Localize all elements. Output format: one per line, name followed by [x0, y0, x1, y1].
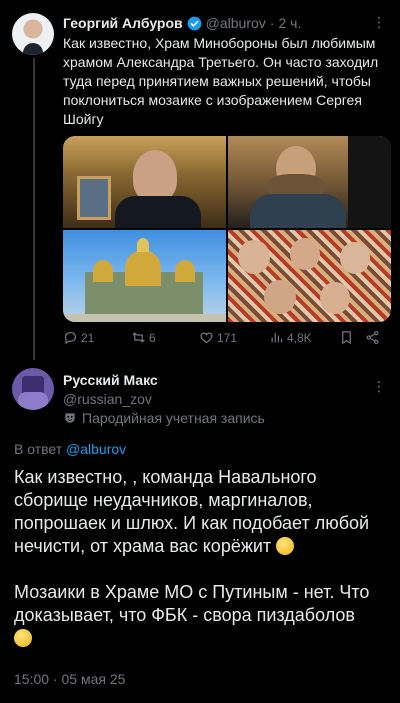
views-count: 4,8K	[287, 330, 312, 345]
tweet1-header: Георгий Албуров @alburov · 2 ч.	[63, 14, 383, 32]
avatar-russian-zov[interactable]	[12, 368, 54, 410]
separator: ·	[269, 15, 275, 31]
views-button[interactable]: 4,8K	[269, 330, 312, 345]
photo-emperor-portrait[interactable]	[228, 136, 391, 228]
hugging-face-emoji-icon	[276, 537, 295, 555]
reply-paragraph-1: Как известно, , команда Навального сбори…	[14, 466, 392, 558]
photo-mosaic[interactable]	[228, 230, 391, 322]
author-name[interactable]: Георгий Албуров	[63, 14, 183, 32]
reply-text: Как известно, , команда Навального сбори…	[14, 466, 392, 673]
reply-paragraph-1-text: Как известно, , команда Навального сбори…	[14, 467, 370, 556]
share-button[interactable]	[365, 330, 380, 345]
parody-text: Пародийная учетная запись	[82, 410, 265, 426]
like-count: 171	[217, 330, 238, 345]
retweet-button[interactable]: 6	[131, 330, 156, 345]
reply-paragraph-2-text: Мозаики в Храме МО с Путиным - нет. Что …	[14, 582, 370, 625]
replying-to: В ответ @alburov	[14, 441, 126, 457]
author-handle[interactable]: @alburov	[206, 14, 266, 32]
reply-icon	[64, 331, 77, 345]
more-options-icon[interactable]: ⋮	[372, 14, 387, 31]
parody-label: Пародийная учетная запись	[63, 410, 265, 426]
avatar-alburov[interactable]	[12, 13, 54, 55]
retweet-icon	[132, 332, 145, 343]
author-name[interactable]: Русский Макс	[63, 372, 158, 388]
replying-prefix: В ответ	[14, 441, 63, 457]
bookmark-icon	[342, 331, 351, 345]
reply-paragraph-2: Мозаики в Храме МО с Путиным - нет. Что …	[14, 581, 392, 650]
grinning-sweat-emoji-icon	[14, 629, 32, 647]
author-handle[interactable]: @russian_zov	[63, 391, 152, 407]
heart-icon	[200, 332, 213, 344]
like-button[interactable]: 171	[199, 330, 237, 345]
reply-count: 21	[81, 330, 95, 345]
share-icon	[366, 330, 379, 345]
media-grid[interactable]	[63, 136, 391, 322]
tweet-timestamp[interactable]: 15:00 · 05 мая 25	[14, 671, 125, 687]
photo-cathedral-exterior[interactable]	[63, 230, 226, 322]
tweet1-actions: 21 6 171 4,8K	[63, 330, 388, 348]
tweet-time[interactable]: 2 ч.	[278, 14, 301, 32]
thread-connector-line	[33, 58, 35, 360]
bookmark-button[interactable]	[339, 330, 354, 345]
views-chart-icon	[271, 333, 283, 343]
parody-mask-icon	[65, 413, 75, 423]
photo-church-interior[interactable]	[63, 136, 226, 228]
replying-to-link[interactable]: @alburov	[66, 441, 126, 457]
verified-badge-icon	[187, 16, 202, 30]
tweet-text: Как известно, Храм Минобороны был любимы…	[63, 35, 379, 127]
retweet-count: 6	[149, 330, 156, 345]
reply-button[interactable]: 21	[63, 330, 94, 345]
more-options-icon[interactable]: ⋮	[372, 378, 387, 395]
